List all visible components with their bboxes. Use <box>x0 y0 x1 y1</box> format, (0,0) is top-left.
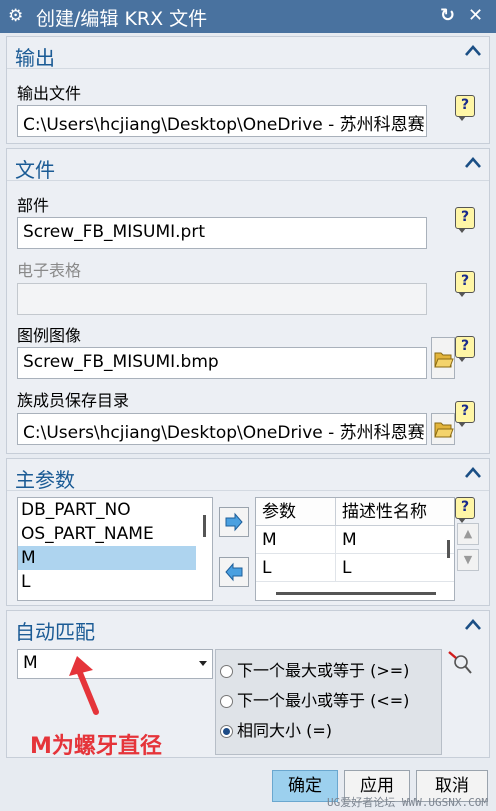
watermark: UG爱好者论坛 WWW.UGSNX.COM <box>327 796 488 809</box>
annotation-text: M为螺牙直径 <box>30 734 162 759</box>
annotation-arrow <box>69 656 99 715</box>
